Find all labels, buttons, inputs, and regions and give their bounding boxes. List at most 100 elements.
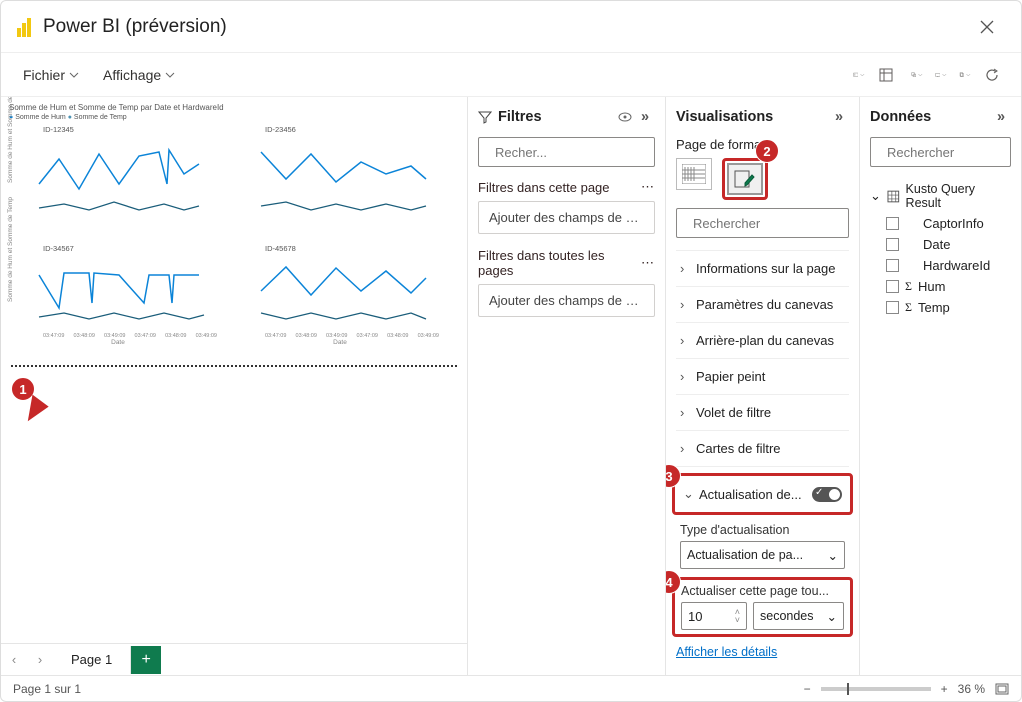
tab-next-button[interactable]: › [27,646,53,674]
menu-bar: Fichier Affichage [1,53,1021,97]
accordion-canvas-settings[interactable]: ›Paramètres du canevas [676,287,849,323]
page-tab-1[interactable]: Page 1 [53,646,131,674]
format-page-tab[interactable] [727,163,763,195]
zoom-value: 36 % [958,682,985,696]
filters-section-all-label: Filtres dans toutes les pages [478,248,641,278]
accordion-canvas-background[interactable]: ›Arrière-plan du canevas [676,323,849,359]
fit-to-page-button[interactable] [995,682,1009,696]
checkbox[interactable] [886,259,899,272]
viz-collapse-button[interactable]: » [829,107,849,127]
field-row[interactable]: ΣHum [870,276,1011,297]
data-button[interactable] [873,62,899,88]
tab-prev-button[interactable]: ‹ [1,646,27,674]
data-title: Données [870,109,931,125]
zoom-in-button[interactable]: + [941,682,948,696]
accordion-page-info[interactable]: ›Informations sur la page [676,250,849,287]
filters-section-page-label: Filtres dans cette page [478,180,610,195]
content-area: Somme de Hum et Somme de Temp par Date e… [1,97,1021,675]
report-area[interactable]: Somme de Hum et Somme de Temp par Date e… [1,97,467,367]
zoom-out-button[interactable]: − [804,682,811,696]
chart-facet: ID-23456 [231,125,449,240]
status-bar: Page 1 sur 1 − + 36 % [1,675,1021,701]
annotation-callout-4: 4 [666,570,681,594]
checkbox[interactable] [886,217,899,230]
copy-button[interactable] [959,70,971,80]
chart-title: Somme de Hum et Somme de Temp par Date e… [9,103,459,112]
field-row[interactable]: HardwareId [870,255,1011,276]
chart-facet: ID-34567 Somme de Hum et Somme de Temp 0… [9,244,227,359]
accordion-filter-pane[interactable]: ›Volet de filtre [676,395,849,431]
share-button[interactable] [935,70,947,80]
filters-page-dropzone[interactable]: Ajouter des champs de do... [478,201,655,234]
accordion-wallpaper[interactable]: ›Papier peint [676,359,849,395]
stepper-icon[interactable]: ˄˅ [735,608,740,624]
data-panel: Données » ⌄ Kusto Query Result CaptorInf… [859,97,1021,675]
build-visual-tab[interactable] [676,158,712,190]
chevron-down-icon: ⌄ [827,609,837,624]
field-row[interactable]: CaptorInfo [870,213,1011,234]
checkbox[interactable] [886,280,899,293]
chart-facet: ID-45678 03:47:0903:48:0903:49:0903:47:0… [231,244,449,359]
more-icon[interactable]: ⋯ [641,255,655,271]
visualizations-panel: Visualisations » Page de format 2 [665,97,859,675]
checkbox[interactable] [886,238,899,251]
chart-small-multiples: ID-12345 Somme de Hum et Somme de Temp I… [9,125,449,359]
page-tabs: ‹ › Page 1 + [1,643,467,675]
close-button[interactable] [969,9,1005,45]
view-menu[interactable]: Affichage [97,63,181,87]
annotation-callout-2: 2 [755,139,779,163]
filters-all-dropzone[interactable]: Ajouter des champs de do... [478,284,655,317]
filter-icon [478,110,492,124]
filters-panel: Filtres » Filtres dans cette page ⋯ Ajout… [467,97,665,675]
data-collapse-button[interactable]: » [991,107,1011,127]
refresh-type-label: Type d'actualisation [680,523,845,537]
sigma-icon: Σ [905,300,912,315]
page-refresh-toggle[interactable] [812,487,842,502]
data-search[interactable] [870,137,1011,167]
show-details-link[interactable]: Afficher les détails [676,645,849,659]
checkbox[interactable] [886,301,899,314]
add-page-button[interactable]: + [131,646,161,674]
filters-visibility-button[interactable] [615,107,635,127]
refresh-button[interactable] [979,62,1005,88]
data-search-input[interactable] [887,145,1021,160]
canvas-empty[interactable]: 1 [1,367,467,643]
field-row[interactable]: Date [870,234,1011,255]
field-row[interactable]: ΣTemp [870,297,1011,318]
chevron-down-icon: ⌄ [683,486,693,502]
viz-search-input[interactable] [693,216,859,231]
table-icon [887,190,900,203]
powerbi-logo-icon [17,17,33,37]
chevron-down-icon [165,70,175,80]
accordion-page-refresh[interactable]: ⌄ Actualisation de... [675,476,850,512]
accordion-filter-cards[interactable]: ›Cartes de filtre [676,431,849,467]
app-title: Power BI (préversion) [43,16,227,38]
title-bar: Power BI (préversion) [1,1,1021,53]
report-canvas-column: Somme de Hum et Somme de Temp par Date e… [1,97,467,675]
viz-search[interactable] [676,208,849,238]
refresh-interval-label: Actualiser cette page tou... [681,584,844,598]
chevron-down-icon [69,70,79,80]
more-icon[interactable]: ⋯ [641,179,655,195]
visualizations-title: Visualisations [676,109,773,125]
view-menu-label: Affichage [103,67,161,83]
file-menu[interactable]: Fichier [17,63,85,87]
table-node[interactable]: ⌄ Kusto Query Result [870,179,1011,213]
publish-button[interactable] [911,70,923,80]
sigma-icon: Σ [905,279,912,294]
zoom-slider[interactable] [821,687,931,691]
toolbar-group [843,62,1005,88]
refresh-interval-input[interactable]: 10 ˄˅ [681,602,747,630]
filters-collapse-button[interactable]: » [635,107,655,127]
fields-tree: ⌄ Kusto Query Result CaptorInfo Date Har… [870,179,1011,318]
chart-legend: ● Somme de Hum ● Somme de Temp [9,114,459,121]
refresh-unit-select[interactable]: secondes ⌄ [753,602,844,630]
annotation-callout-1: 1 [11,377,35,401]
filters-search-input[interactable] [495,145,665,160]
filters-title: Filtres [498,109,542,125]
layout-button[interactable] [853,70,865,80]
chevron-down-icon: ⌄ [870,188,881,204]
refresh-type-select[interactable]: Actualisation de pa... ⌄ [680,541,845,569]
filters-search[interactable] [478,137,655,167]
chart-facet: ID-12345 Somme de Hum et Somme de Temp [9,125,227,240]
